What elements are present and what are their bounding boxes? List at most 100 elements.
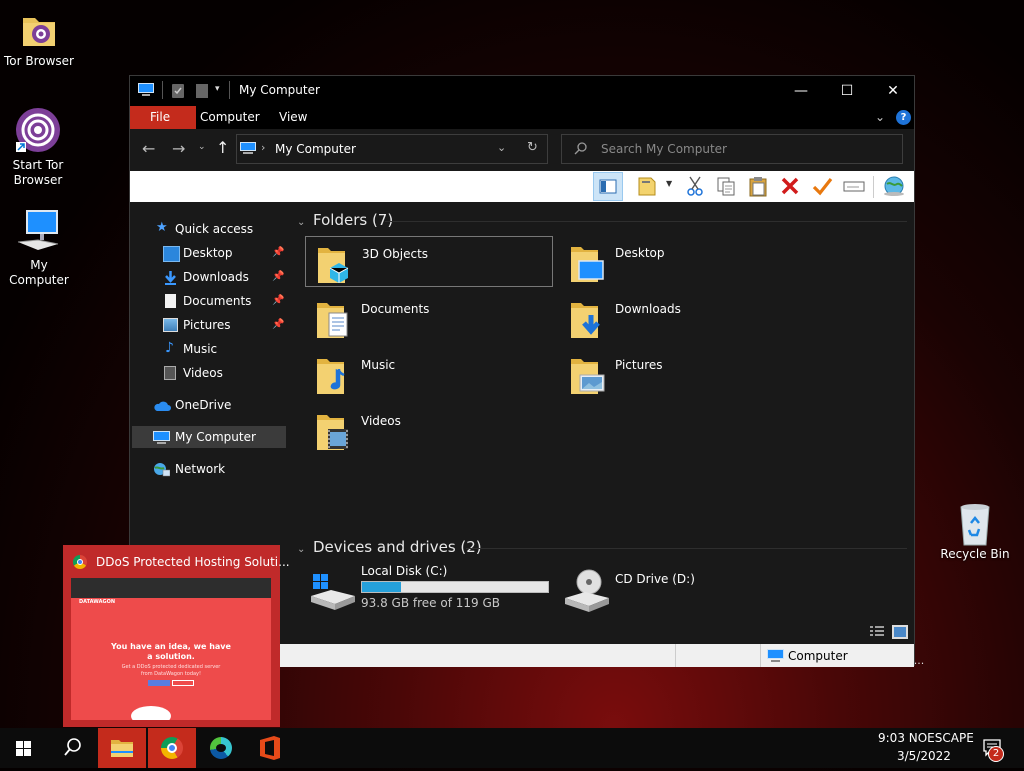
checkmark-icon[interactable] [811, 175, 833, 197]
3d-objects-folder-icon [316, 242, 352, 286]
forward-icon[interactable]: → [172, 139, 185, 158]
tab-computer[interactable]: Computer [190, 106, 270, 129]
sidebar-item-quick-access[interactable]: ★ Quick access [130, 218, 286, 240]
up-icon[interactable]: ↑ [216, 138, 229, 157]
preview-brand: DATAWAGON [79, 599, 115, 605]
desktop-icon-my-computer[interactable]: My Computer [1, 208, 77, 288]
recent-locations-icon[interactable]: ⌄ [198, 142, 206, 152]
sidebar-item-desktop[interactable]: Desktop 📌 [130, 242, 286, 264]
chevron-down-icon: ⌄ [297, 544, 306, 555]
downloads-folder-icon [569, 297, 605, 341]
network-globe-icon[interactable] [882, 175, 904, 197]
taskbar-edge[interactable] [198, 728, 246, 768]
folder-tile-pictures[interactable]: Pictures [559, 348, 807, 398]
sidebar-item-music[interactable]: ♪ Music [130, 338, 286, 360]
clock-time[interactable]: 9:03 NOESCAPE [878, 731, 974, 745]
address-separator-icon[interactable]: › [261, 141, 265, 154]
sidebar-item-downloads[interactable]: Downloads 📌 [130, 266, 286, 288]
ribbon-expand-icon[interactable]: ⌄ [875, 110, 885, 124]
computer-icon [153, 430, 170, 444]
sidebar-item-network[interactable]: Network [130, 458, 286, 480]
pin-icon: 📌 [272, 271, 285, 282]
taskbar-thumbnail-preview[interactable]: DDoS Protected Hosting Soluti... DATAWAG… [63, 545, 290, 727]
new-item-dropdown-icon[interactable]: ▼ [666, 179, 672, 188]
cut-icon[interactable] [684, 175, 706, 197]
drive-tile-local-disk-c[interactable]: Local Disk (C:) 93.8 GB free of 119 GB [305, 564, 555, 612]
desktop-icon-recycle-bin[interactable]: Recycle Bin [937, 503, 1013, 562]
delete-icon[interactable] [779, 175, 801, 197]
properties-quick-icon[interactable] [172, 84, 184, 98]
office-icon [260, 736, 280, 760]
folder-tile-downloads[interactable]: Downloads [559, 292, 807, 342]
desktop-icon-label: Tor Browser [3, 54, 74, 68]
details-label: Computer [788, 649, 848, 663]
sidebar-item-my-computer[interactable]: My Computer [132, 426, 286, 448]
folder-tile-documents[interactable]: Documents [305, 292, 553, 342]
pin-icon: 📌 [272, 319, 285, 330]
help-icon[interactable]: ? [896, 110, 911, 125]
chrome-icon [161, 737, 183, 759]
taskbar-chrome[interactable] [148, 728, 196, 768]
address-bar[interactable]: › My Computer ⌄ ↻ [236, 134, 548, 164]
recycle-bin-icon [955, 503, 995, 546]
cloud-icon [153, 398, 171, 412]
pictures-folder-icon [569, 353, 605, 397]
address-dropdown-icon[interactable]: ⌄ [497, 141, 506, 154]
folder-tile-music[interactable]: Music [305, 348, 553, 398]
pictures-icon [163, 318, 178, 332]
videos-folder-icon [315, 409, 351, 453]
computer-icon [767, 649, 784, 663]
new-folder-quick-icon[interactable] [196, 84, 208, 98]
title-bar[interactable]: ▾ My Computer — ☐ ✕ [130, 76, 914, 106]
paste-icon[interactable] [747, 175, 769, 197]
folder-tile-desktop[interactable]: Desktop [559, 236, 807, 286]
preview-page: DATAWAGON You have an idea, we have a so… [71, 578, 271, 720]
taskbar-office[interactable] [246, 728, 294, 768]
search-box[interactable]: Search My Computer [561, 134, 903, 164]
customize-quick-access-icon[interactable]: ▾ [215, 84, 220, 94]
search-button[interactable] [48, 728, 96, 768]
new-item-icon[interactable] [636, 175, 658, 197]
preview-title: DDoS Protected Hosting Soluti... [96, 555, 290, 569]
desktop-icon-tor-browser[interactable]: Tor Browser [1, 10, 77, 69]
content-pane: ⌄ Folders (7) 3D Objects Desktop Document… [290, 202, 914, 622]
desktop-icon-label: Start Tor Browser [12, 158, 64, 187]
taskbar-file-explorer[interactable] [98, 728, 146, 768]
desktop-icon-label: Recycle Bin [940, 547, 1010, 561]
desktop-icon-start-tor-browser[interactable]: Start Tor Browser [0, 106, 76, 188]
sidebar-item-pictures[interactable]: Pictures 📌 [130, 314, 286, 336]
document-icon [165, 294, 176, 308]
large-icons-view-icon[interactable] [892, 625, 908, 639]
folder-tile-3d-objects[interactable]: 3D Objects [305, 236, 553, 287]
folder-tile-videos[interactable]: Videos [305, 404, 553, 454]
cd-drive-icon [563, 568, 611, 612]
sidebar-item-onedrive[interactable]: OneDrive [130, 394, 286, 416]
preview-pane-icon[interactable] [593, 172, 623, 201]
back-icon[interactable]: ← [142, 139, 155, 158]
sidebar-item-videos[interactable]: Videos [130, 362, 286, 384]
search-placeholder: Search My Computer [601, 142, 727, 156]
devices-group-header[interactable]: ⌄ Devices and drives (2) [297, 538, 482, 556]
edge-icon [210, 737, 232, 759]
minimize-button[interactable]: — [778, 76, 824, 106]
tab-view[interactable]: View [269, 106, 317, 129]
rename-icon[interactable] [843, 175, 865, 197]
refresh-icon[interactable]: ↻ [527, 140, 538, 155]
command-toolbar: ▼ [130, 171, 914, 202]
tor-onion-icon [14, 106, 62, 154]
start-button[interactable] [0, 728, 48, 768]
maximize-button[interactable]: ☐ [824, 76, 870, 106]
group-divider [466, 548, 907, 549]
preview-headline: You have an idea, we have a solution. [111, 642, 231, 661]
drive-tile-cd-drive-d[interactable]: CD Drive (D:) [559, 564, 807, 612]
details-view-icon[interactable] [869, 625, 885, 639]
close-button[interactable]: ✕ [870, 76, 916, 106]
sidebar-item-documents[interactable]: Documents 📌 [130, 290, 286, 312]
folders-group-header[interactable]: ⌄ Folders (7) [297, 211, 393, 229]
tab-file[interactable]: File [130, 106, 196, 129]
clock-date[interactable]: 3/5/2022 [897, 749, 951, 763]
chevron-down-icon: ⌄ [297, 217, 306, 228]
drive-usage-fill [362, 582, 402, 592]
preview-subtext: Get a DDoS protected dedicated server fr… [121, 664, 221, 677]
copy-icon[interactable] [715, 175, 737, 197]
